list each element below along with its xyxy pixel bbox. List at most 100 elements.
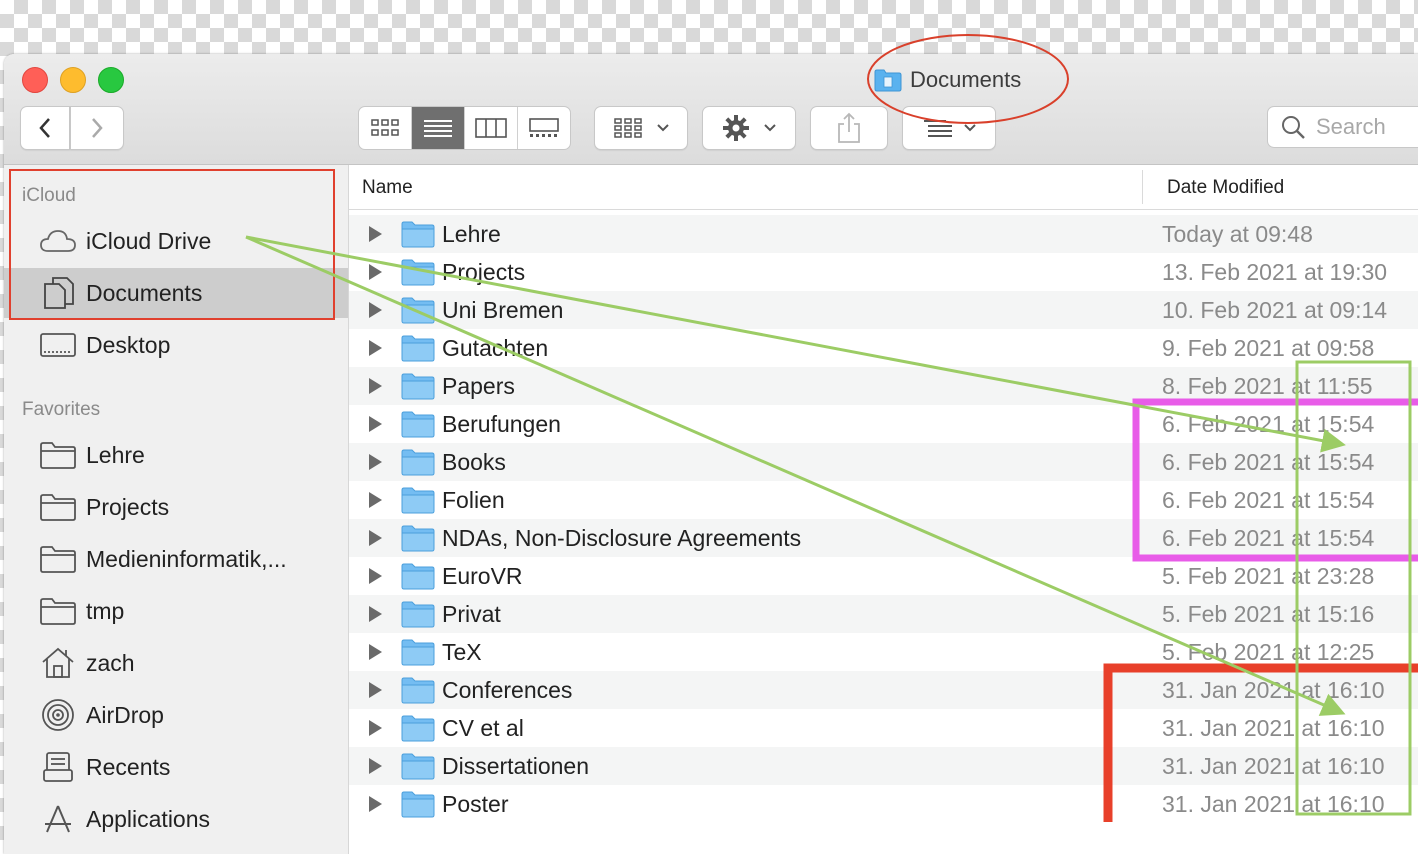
chevron-left-icon bbox=[39, 118, 50, 138]
sidebar-item-label: zach bbox=[86, 649, 135, 676]
sidebar-item-label: Desktop bbox=[86, 331, 171, 358]
close-window-button[interactable] bbox=[22, 67, 48, 93]
table-row[interactable]: CV et al 31. Jan 2021 at 16:10 bbox=[349, 709, 1418, 747]
list-view-button[interactable] bbox=[412, 107, 465, 149]
file-name: Uni Bremen bbox=[442, 297, 564, 323]
folder-icon bbox=[401, 410, 435, 438]
sidebar-item-recents[interactable]: Recents bbox=[4, 742, 348, 792]
search-field[interactable]: Search bbox=[1267, 106, 1418, 148]
table-row[interactable]: Dissertationen 31. Jan 2021 at 16:10 bbox=[349, 747, 1418, 785]
sidebar-item-label: AirDrop bbox=[86, 701, 164, 728]
file-name: Lehre bbox=[442, 221, 501, 247]
sidebar-item-projects[interactable]: Projects bbox=[4, 482, 348, 532]
list-lines-icon bbox=[924, 120, 952, 137]
tags-button[interactable] bbox=[902, 106, 996, 150]
table-row[interactable]: EuroVR 5. Feb 2021 at 23:28 bbox=[349, 557, 1418, 595]
back-button[interactable] bbox=[20, 106, 70, 150]
file-date-modified: 31. Jan 2021 at 16:10 bbox=[1162, 753, 1385, 779]
search-icon bbox=[1282, 116, 1305, 139]
sidebar-item-label: Applications bbox=[86, 805, 211, 832]
table-row[interactable]: Poster 31. Jan 2021 at 16:10 bbox=[349, 785, 1418, 823]
file-name: Poster bbox=[442, 791, 509, 817]
disclosure-triangle-icon[interactable] bbox=[369, 720, 382, 736]
sidebar-item-lehre[interactable]: Lehre bbox=[4, 430, 348, 480]
table-row[interactable]: Folien 6. Feb 2021 at 15:54 bbox=[349, 481, 1418, 519]
sidebar-item-label: Projects bbox=[86, 493, 170, 520]
disclosure-triangle-icon[interactable] bbox=[369, 302, 382, 318]
sidebar-item-icloud-drive[interactable]: iCloud Drive bbox=[4, 216, 348, 266]
sidebar-item-medieninformatik[interactable]: Medieninformatik,... bbox=[4, 534, 348, 584]
table-row[interactable]: Lehre Today at 09:48 bbox=[349, 215, 1418, 253]
sidebar-item-documents[interactable]: Documents bbox=[4, 268, 348, 318]
zoom-window-button[interactable] bbox=[98, 67, 124, 93]
column-header-name[interactable]: Name bbox=[362, 177, 413, 199]
gallery-view-button[interactable] bbox=[518, 107, 570, 149]
folder-icon bbox=[401, 296, 435, 324]
recents-icon bbox=[38, 750, 78, 784]
column-view-button[interactable] bbox=[465, 107, 518, 149]
view-mode-control bbox=[358, 106, 571, 150]
group-by-button[interactable] bbox=[594, 106, 688, 150]
column-divider[interactable] bbox=[1142, 170, 1143, 204]
action-button[interactable] bbox=[702, 106, 796, 150]
table-row[interactable]: Gutachten 9. Feb 2021 at 09:58 bbox=[349, 329, 1418, 367]
documents-icon bbox=[38, 276, 78, 310]
sidebar-item-tmp[interactable]: tmp bbox=[4, 586, 348, 636]
disclosure-triangle-icon[interactable] bbox=[369, 378, 382, 394]
disclosure-triangle-icon[interactable] bbox=[369, 758, 382, 774]
minimize-window-button[interactable] bbox=[60, 67, 86, 93]
list-icon bbox=[424, 120, 452, 137]
file-name: TeX bbox=[442, 639, 482, 665]
table-row[interactable]: Papers 8. Feb 2021 at 11:55 bbox=[349, 367, 1418, 405]
disclosure-triangle-icon[interactable] bbox=[369, 606, 382, 622]
sidebar-item-airdrop[interactable]: AirDrop bbox=[4, 690, 348, 740]
file-date-modified: 9. Feb 2021 at 09:58 bbox=[1162, 335, 1375, 361]
disclosure-triangle-icon[interactable] bbox=[369, 226, 382, 242]
chevron-down-icon bbox=[764, 124, 776, 132]
forward-button[interactable] bbox=[70, 106, 124, 150]
airdrop-icon bbox=[38, 698, 78, 732]
sidebar-item-zach[interactable]: zach bbox=[4, 638, 348, 688]
disclosure-triangle-icon[interactable] bbox=[369, 264, 382, 280]
file-date-modified: 5. Feb 2021 at 15:16 bbox=[1162, 601, 1375, 627]
file-list: Name Date Modified Lehre Today at 09:48 Pr… bbox=[349, 165, 1418, 854]
sidebar-item-label: Medieninformatik,... bbox=[86, 545, 287, 572]
group-grid-icon bbox=[614, 118, 642, 138]
table-row[interactable]: Privat 5. Feb 2021 at 15:16 bbox=[349, 595, 1418, 633]
sidebar-item-applications[interactable]: Applications bbox=[4, 794, 348, 844]
folder-icon bbox=[38, 438, 78, 472]
icon-view-button[interactable] bbox=[359, 107, 412, 149]
sidebar-item-label: tmp bbox=[86, 597, 125, 624]
table-row[interactable]: Books 6. Feb 2021 at 15:54 bbox=[349, 443, 1418, 481]
disclosure-triangle-icon[interactable] bbox=[369, 454, 382, 470]
table-row[interactable]: TeX 5. Feb 2021 at 12:25 bbox=[349, 633, 1418, 671]
chevron-right-icon bbox=[92, 118, 103, 138]
toolbar: Documents Search bbox=[4, 54, 1418, 165]
disclosure-triangle-icon[interactable] bbox=[369, 492, 382, 508]
disclosure-triangle-icon[interactable] bbox=[369, 416, 382, 432]
table-row[interactable]: Conferences 31. Jan 2021 at 16:10 bbox=[349, 671, 1418, 709]
disclosure-triangle-icon[interactable] bbox=[369, 682, 382, 698]
chevron-down-icon bbox=[964, 124, 976, 132]
disclosure-triangle-icon[interactable] bbox=[369, 530, 382, 546]
file-name: Berufungen bbox=[442, 411, 561, 437]
share-icon bbox=[838, 112, 860, 143]
table-row[interactable]: Berufungen 6. Feb 2021 at 15:54 bbox=[349, 405, 1418, 443]
file-date-modified: 5. Feb 2021 at 12:25 bbox=[1162, 639, 1375, 665]
disclosure-triangle-icon[interactable] bbox=[369, 644, 382, 660]
file-date-modified: 31. Jan 2021 at 16:10 bbox=[1162, 715, 1385, 741]
disclosure-triangle-icon[interactable] bbox=[369, 568, 382, 584]
table-row[interactable]: NDAs, Non-Disclosure Agreements 6. Feb 20… bbox=[349, 519, 1418, 557]
sidebar-item-desktop[interactable]: Desktop bbox=[4, 320, 348, 370]
disclosure-triangle-icon[interactable] bbox=[369, 340, 382, 356]
column-header-date-modified[interactable]: Date Modified bbox=[1167, 177, 1284, 199]
table-row[interactable]: Uni Bremen 10. Feb 2021 at 09:14 bbox=[349, 291, 1418, 329]
applications-icon bbox=[38, 802, 78, 836]
share-button[interactable] bbox=[810, 106, 888, 150]
documents-folder-icon bbox=[874, 68, 902, 92]
chevron-down-icon bbox=[657, 124, 669, 132]
table-row[interactable]: Projects 13. Feb 2021 at 19:30 bbox=[349, 253, 1418, 291]
sidebar-item-label: Documents bbox=[86, 279, 203, 306]
disclosure-triangle-icon[interactable] bbox=[369, 796, 382, 812]
sidebar: iCloud iCloud Drive Documents Desktop Fa… bbox=[4, 165, 349, 854]
